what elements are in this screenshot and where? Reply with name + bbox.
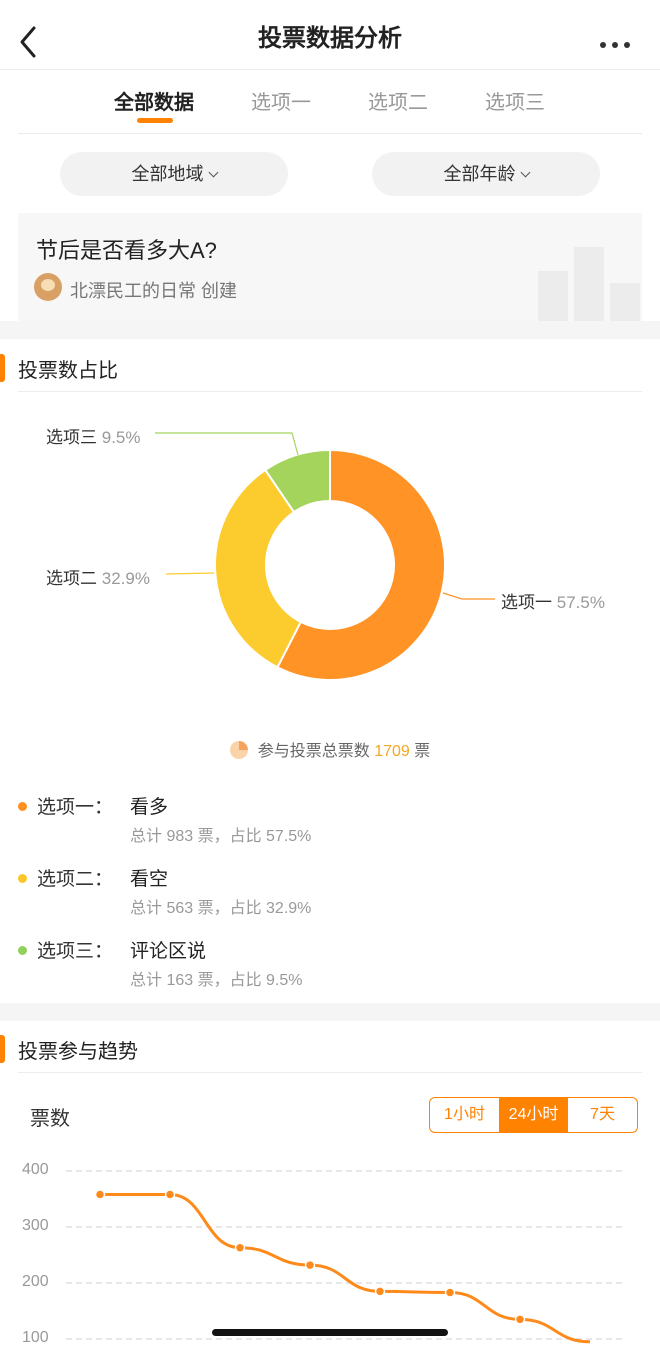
total-suffix: 票 <box>414 743 431 760</box>
section-separator <box>0 321 660 339</box>
trend-point <box>94 1189 106 1200</box>
donut-label-name: 选项一 <box>501 593 552 612</box>
donut-label-pct: 9.5% <box>101 428 141 447</box>
section-separator <box>0 1003 660 1021</box>
donut-label-name: 选项二 <box>46 569 97 588</box>
option-stat: 总计 983 票，占比 57.5% <box>130 828 312 845</box>
tab-option-1[interactable]: 选项一 <box>251 86 311 115</box>
bar-chart-decoration <box>538 271 568 321</box>
page-title: 投票数据分析 <box>258 25 402 52</box>
tab-bar: 全部数据 选项一 选项二 选项三 <box>0 70 660 134</box>
total-prefix: 参与投票总票数 <box>257 743 370 760</box>
bar-chart-decoration <box>574 247 604 321</box>
donut-label-pct: 32.9% <box>101 569 150 588</box>
donut-label-option-3: 选项三 9.5% <box>46 423 140 448</box>
divider <box>18 1072 642 1073</box>
section-header-trend: 投票参与趋势 <box>0 1021 660 1073</box>
region-filter-label: 全部地域 <box>131 164 204 184</box>
trend-point <box>514 1314 526 1325</box>
tab-option-2[interactable]: 选项二 <box>368 86 428 115</box>
option-answer: 看空 <box>130 869 169 890</box>
section-accent-bar <box>0 1035 5 1063</box>
trend-point <box>304 1259 316 1271</box>
age-filter[interactable]: 全部年龄 <box>372 152 600 196</box>
time-range-toggle: 1小时 24小时 7天 <box>429 1097 638 1133</box>
nav-bar: 投票数据分析 <box>0 0 660 70</box>
leader-line-1 <box>442 592 495 600</box>
chevron-down-icon <box>208 167 218 178</box>
tab-indicator <box>137 118 173 123</box>
tab-option-3[interactable]: 选项三 <box>485 86 545 115</box>
option-name: 选项一： <box>37 797 114 818</box>
option-row-2: 选项二： 看空 总计 563 票，占比 32.9% <box>0 862 660 930</box>
poll-creator: 北漂民工的日常 创建 <box>70 281 238 301</box>
y-axis-title: 票数 <box>30 1108 70 1130</box>
leader-line-3 <box>155 432 299 456</box>
trend-point <box>374 1286 386 1297</box>
poll-card[interactable]: 节后是否看多大A? 北漂民工的日常 创建 <box>18 213 642 321</box>
region-filter[interactable]: 全部地域 <box>60 152 288 196</box>
option-row-3: 选项三： 评论区说 总计 163 票，占比 9.5% <box>0 934 660 1002</box>
poll-question: 节后是否看多大A? <box>36 238 217 263</box>
total-count: 1709 <box>374 743 410 760</box>
range-1h-button[interactable]: 1小时 <box>430 1098 499 1132</box>
trend-line-chart <box>66 1170 626 1344</box>
tab-all-data[interactable]: 全部数据 <box>114 86 194 115</box>
pie-chart-icon <box>229 741 248 759</box>
trend-point <box>234 1242 246 1253</box>
option-dot <box>18 802 27 811</box>
option-answer: 看多 <box>130 797 169 818</box>
total-votes: 参与投票总票数 1709 票 <box>0 737 660 761</box>
section-title: 投票参与趋势 <box>18 1041 138 1063</box>
age-filter-label: 全部年龄 <box>443 164 516 184</box>
option-stat: 总计 163 票，占比 9.5% <box>130 972 303 989</box>
option-answer: 评论区说 <box>130 941 207 962</box>
option-dot <box>18 946 27 955</box>
donut-label-option-2: 选项二 32.9% <box>46 564 150 589</box>
divider <box>18 391 642 392</box>
section-header-share: 投票数占比 <box>0 340 660 392</box>
home-indicator <box>212 1329 448 1336</box>
donut-label-name: 选项三 <box>46 428 97 447</box>
chevron-down-icon <box>520 167 530 178</box>
section-accent-bar <box>0 354 5 382</box>
donut-label-option-1: 选项一 57.5% <box>501 588 605 613</box>
option-name: 选项三： <box>37 941 114 962</box>
option-name: 选项二： <box>37 869 114 890</box>
donut-label-pct: 57.5% <box>556 593 605 612</box>
trend-point <box>164 1189 176 1200</box>
option-dot <box>18 874 27 883</box>
option-stat: 总计 563 票，占比 32.9% <box>130 900 312 917</box>
range-24h-button[interactable]: 24小时 <box>499 1098 568 1132</box>
trend-point <box>444 1287 456 1298</box>
avatar[interactable] <box>34 273 62 301</box>
divider <box>18 133 642 134</box>
option-row-1: 选项一： 看多 总计 983 票，占比 57.5% <box>0 790 660 858</box>
section-title: 投票数占比 <box>18 360 118 382</box>
leader-line-2 <box>165 572 215 575</box>
bar-chart-decoration <box>610 283 640 321</box>
more-dots-icon[interactable] <box>600 35 636 48</box>
range-7d-button[interactable]: 7天 <box>568 1098 637 1132</box>
